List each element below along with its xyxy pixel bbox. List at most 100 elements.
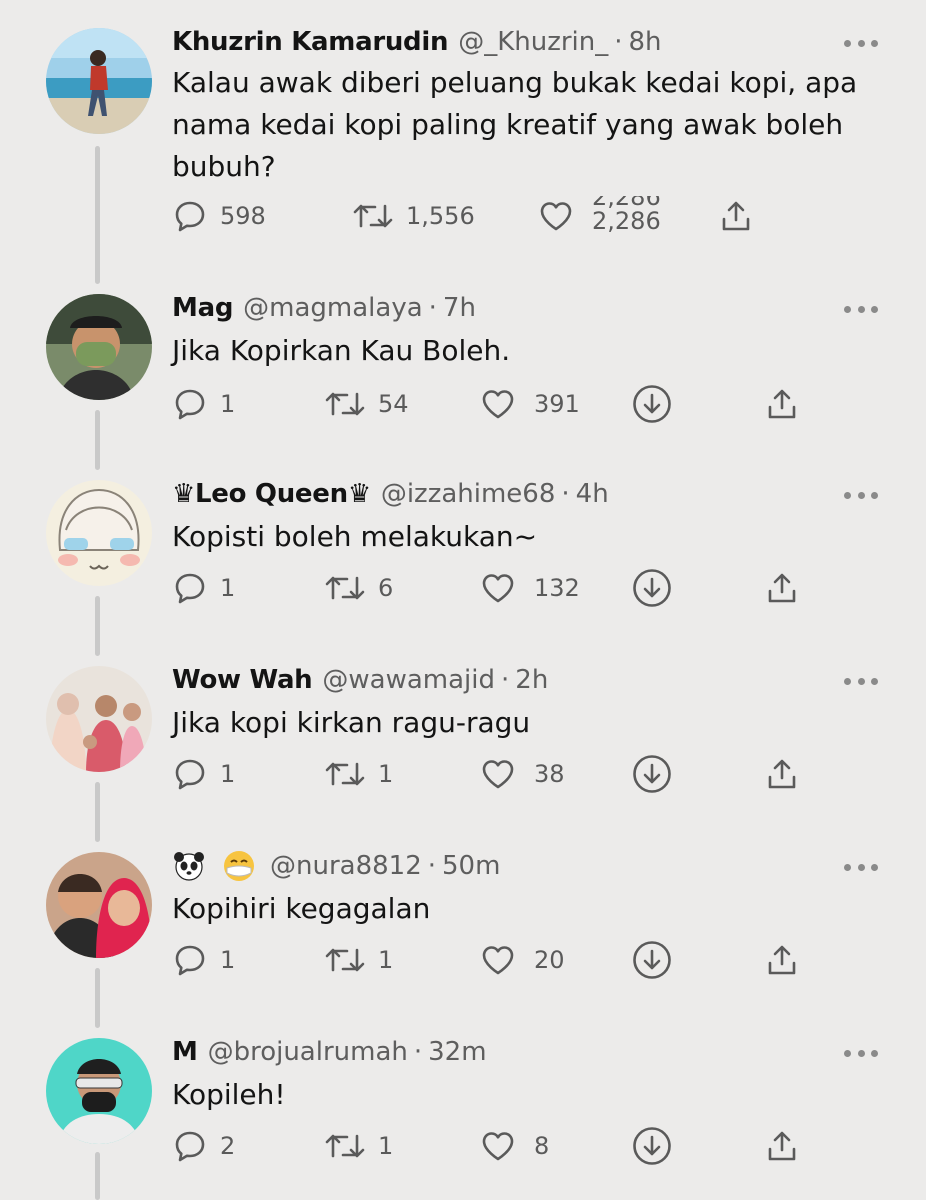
author-handle[interactable]: @wawamajid [322, 665, 495, 695]
author-name[interactable]: M [172, 1037, 198, 1067]
retweet-count: 1 [378, 1132, 394, 1160]
avatar[interactable] [46, 1038, 152, 1144]
reply-icon [175, 201, 205, 232]
more-icon[interactable] [844, 862, 878, 872]
share-button[interactable] [718, 196, 754, 236]
reply-icon [175, 945, 205, 976]
more-icon[interactable] [844, 1048, 878, 1058]
avatar[interactable] [46, 480, 152, 586]
separator: · [427, 851, 437, 881]
separator: · [428, 293, 437, 323]
reply-button[interactable]: 1 [172, 754, 235, 794]
like-button[interactable]: 8 [480, 1126, 549, 1166]
like-button[interactable]: 132 [480, 568, 580, 608]
author-handle[interactable]: @brojualrumah [208, 1037, 408, 1067]
like-count: 132 [534, 574, 580, 602]
share-button[interactable] [764, 754, 800, 794]
retweet-button[interactable]: 6 [324, 568, 393, 608]
like-button[interactable]: 391 [480, 384, 580, 424]
share-icon [768, 1131, 796, 1161]
timestamp[interactable]: 50m [442, 851, 500, 881]
timestamp[interactable]: 2h [515, 665, 548, 695]
like-button[interactable]: 2,286 2,286 [538, 196, 661, 236]
share-icon [768, 945, 796, 975]
download-button[interactable] [632, 568, 672, 608]
reply-button[interactable]: 598 [172, 196, 266, 236]
tweet-actions: 1 54 391 [172, 384, 812, 424]
download-icon [633, 569, 671, 607]
tweet-main[interactable]: Khuzrin Kamarudin @_Khuzrin_ · 8h Kalau … [0, 0, 926, 280]
download-button[interactable] [632, 754, 672, 794]
tweet-text: Kopihiri kegagalan [172, 892, 431, 925]
author-handle[interactable]: @magmalaya [243, 293, 423, 323]
retweet-button[interactable]: 54 [324, 384, 409, 424]
reply-button[interactable]: 1 [172, 940, 235, 980]
like-count-previous: 2,286 [592, 196, 661, 211]
share-button[interactable] [764, 940, 800, 980]
heart-icon [482, 574, 514, 603]
share-button[interactable] [764, 384, 800, 424]
avatar[interactable] [46, 852, 152, 958]
like-button[interactable]: 38 [480, 754, 565, 794]
tweet-text: Jika kopi kirkan ragu-ragu [172, 706, 531, 739]
reply-count: 2 [220, 1132, 236, 1160]
author-name[interactable]: ♛Leo Queen♛ [172, 479, 371, 509]
reply-button[interactable]: 1 [172, 384, 235, 424]
separator: · [501, 665, 510, 695]
more-icon[interactable] [844, 490, 878, 500]
avatar[interactable] [46, 666, 152, 772]
author-handle[interactable]: @_Khuzrin_ [458, 27, 608, 57]
author-name[interactable]: Khuzrin Kamarudin [172, 27, 449, 57]
like-button[interactable]: 20 [480, 940, 565, 980]
tweet-reply[interactable]: M @brojualrumah · 32m Kopileh! 2 1 8 [0, 1024, 926, 1200]
tweet-actions: 1 1 38 [172, 754, 812, 794]
more-icon[interactable] [844, 38, 878, 48]
author-handle[interactable]: @izzahime68 [381, 479, 556, 509]
retweet-count: 1 [378, 946, 394, 974]
more-icon[interactable] [844, 304, 878, 314]
reply-count: 1 [220, 946, 236, 974]
separator: · [413, 1037, 423, 1067]
timestamp[interactable]: 7h [443, 293, 476, 323]
download-button[interactable] [632, 384, 672, 424]
mask-face-icon [224, 851, 254, 881]
reply-button[interactable]: 2 [172, 1126, 235, 1166]
author-name[interactable]: Wow Wah [172, 665, 313, 695]
retweet-count: 54 [378, 390, 409, 418]
timestamp[interactable]: 32m [428, 1037, 486, 1067]
retweet-button[interactable]: 1 [324, 754, 393, 794]
retweet-icon [325, 948, 365, 972]
tweet-reply[interactable]: Wow Wah @wawamajid · 2h Jika kopi kirkan… [0, 652, 926, 838]
share-button[interactable] [764, 568, 800, 608]
share-button[interactable] [764, 1126, 800, 1166]
separator: · [561, 479, 570, 509]
retweet-count: 1 [378, 760, 394, 788]
like-count: 391 [534, 390, 580, 418]
share-icon [768, 389, 796, 419]
retweet-button[interactable]: 1,556 [352, 196, 475, 236]
download-button[interactable] [632, 1126, 672, 1166]
tweet-reply[interactable]: Mag @magmalaya · 7h Jika Kopirkan Kau Bo… [0, 280, 926, 466]
author-handle[interactable]: @nura8812 [270, 851, 422, 881]
retweet-icon [325, 762, 365, 786]
tweet-header: Khuzrin Kamarudin @_Khuzrin_ · 8h [172, 24, 662, 60]
timestamp[interactable]: 4h [576, 479, 609, 509]
tweet-reply[interactable]: @nura8812 · 50m Kopihiri kegagalan 1 1 2… [0, 838, 926, 1024]
reply-count: 1 [220, 760, 236, 788]
more-icon[interactable] [844, 676, 878, 686]
heart-icon [540, 202, 572, 231]
tweet-reply[interactable]: ♛Leo Queen♛ @izzahime68 · 4h Kopisti bol… [0, 466, 926, 652]
reply-button[interactable]: 1 [172, 568, 235, 608]
tweet-actions: 2 1 8 [172, 1126, 812, 1166]
retweet-button[interactable]: 1 [324, 1126, 393, 1166]
like-count-animating: 2,286 2,286 [592, 196, 661, 236]
timestamp[interactable]: 8h [629, 27, 662, 57]
retweet-button[interactable]: 1 [324, 940, 393, 980]
download-button[interactable] [632, 940, 672, 980]
download-icon [633, 755, 671, 793]
like-count: 38 [534, 760, 565, 788]
tweet-header: @nura8812 · 50m [172, 848, 500, 884]
avatar[interactable] [46, 294, 152, 400]
avatar[interactable] [46, 28, 152, 134]
author-name[interactable]: Mag [172, 293, 233, 323]
